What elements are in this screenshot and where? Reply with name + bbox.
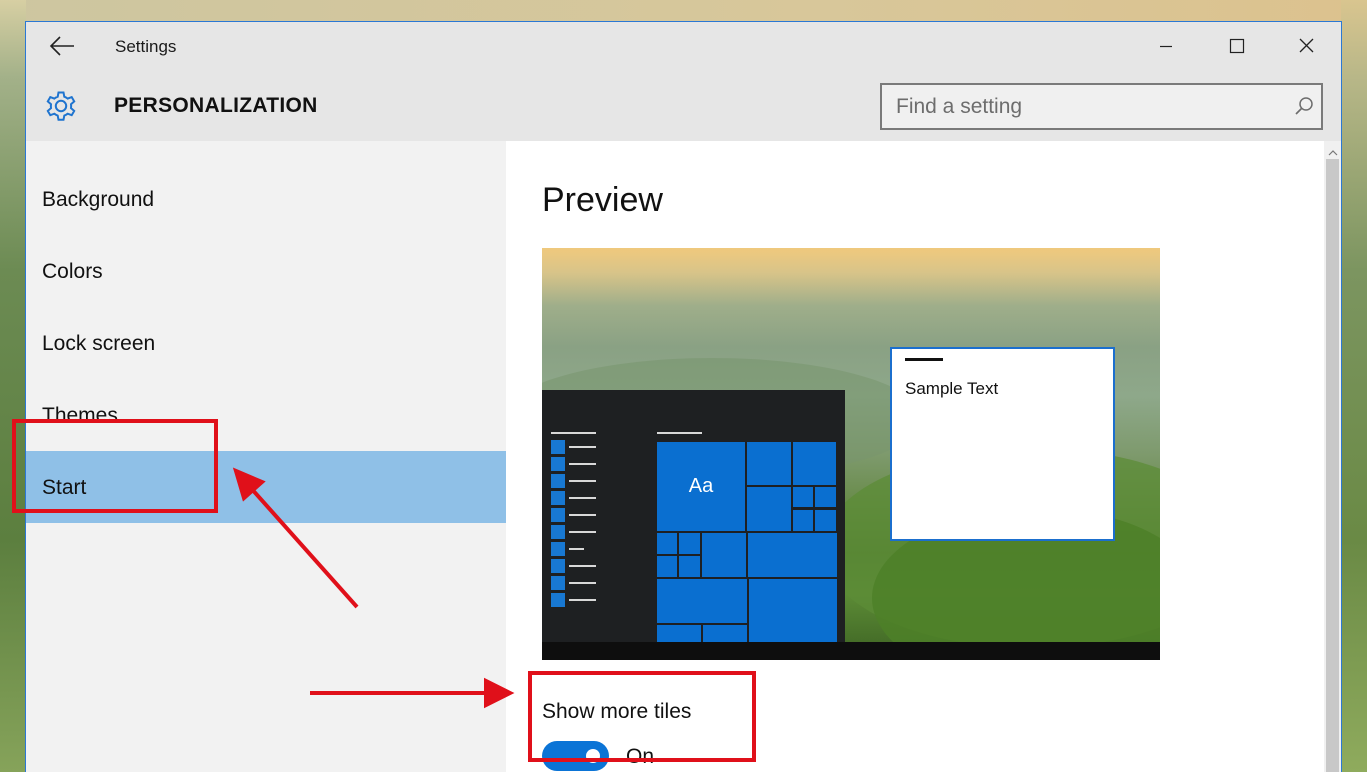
sidebar-item-lock-screen[interactable]: Lock screen xyxy=(26,307,506,379)
sidebar-item-label: Background xyxy=(42,188,155,211)
menu-line xyxy=(569,480,596,482)
window-title: Settings xyxy=(115,37,177,56)
rail-icon xyxy=(551,440,565,454)
menu-line xyxy=(569,599,596,601)
back-button[interactable] xyxy=(48,34,76,58)
tile xyxy=(679,533,700,554)
tile-aa: Aa xyxy=(657,442,745,531)
taskbar-preview xyxy=(542,642,1160,660)
tile xyxy=(747,487,791,531)
tile xyxy=(657,533,677,554)
chevron-up-icon[interactable] xyxy=(1328,145,1338,156)
sidebar-item-background[interactable]: Background xyxy=(26,163,506,235)
gear-icon xyxy=(42,87,80,125)
close-button[interactable] xyxy=(1284,32,1328,60)
rail-icon xyxy=(551,474,565,488)
menu-line xyxy=(569,463,596,465)
tile xyxy=(702,533,746,577)
tile xyxy=(747,442,791,485)
rail-icon xyxy=(551,576,565,590)
rail-icon xyxy=(551,559,565,573)
sample-title-bar xyxy=(905,358,943,361)
tile xyxy=(793,487,813,507)
tile xyxy=(815,487,836,507)
rail-icon xyxy=(551,593,565,607)
tile xyxy=(679,556,700,577)
sample-text: Sample Text xyxy=(905,379,999,398)
menu-line xyxy=(569,514,596,516)
title-bar: Settings xyxy=(26,22,1341,70)
preview-heading: Preview xyxy=(542,181,663,219)
start-menu-preview: Aa xyxy=(542,390,845,642)
back-arrow-icon xyxy=(49,36,74,56)
settings-window: Settings PERSONALIZATION Find a setting … xyxy=(25,21,1342,772)
menu-line xyxy=(569,446,596,448)
rail-icon xyxy=(551,542,565,556)
preview-image: Aa Sample Text xyxy=(542,248,1160,660)
annotation-highlight-start xyxy=(12,419,218,513)
annotation-highlight-toggle xyxy=(528,671,756,762)
sidebar-item-label: Lock screen xyxy=(42,332,156,355)
rail-icon xyxy=(551,508,565,522)
menu-line xyxy=(569,565,596,567)
desktop-wallpaper xyxy=(0,0,1367,22)
scrollbar[interactable] xyxy=(1324,141,1341,772)
menu-line xyxy=(657,432,702,434)
menu-line xyxy=(569,497,596,499)
maximize-icon xyxy=(1229,38,1245,54)
tile xyxy=(657,556,677,577)
tile xyxy=(793,510,813,531)
search-box[interactable] xyxy=(880,83,1323,130)
close-icon xyxy=(1299,38,1314,53)
desktop-wallpaper-right xyxy=(1341,0,1367,772)
sample-window-preview: Sample Text xyxy=(890,347,1115,541)
search-input[interactable] xyxy=(896,94,1276,120)
settings-header: PERSONALIZATION xyxy=(26,70,1341,141)
minimize-icon xyxy=(1160,45,1172,48)
maximize-button[interactable] xyxy=(1214,32,1258,60)
rail-icon xyxy=(551,457,565,471)
menu-line xyxy=(569,582,596,584)
menu-line xyxy=(551,432,596,434)
tile xyxy=(749,579,837,642)
menu-line xyxy=(569,548,584,550)
search-icon[interactable] xyxy=(1293,95,1315,117)
sidebar-item-colors[interactable]: Colors xyxy=(26,235,506,307)
tile xyxy=(793,442,836,485)
tile xyxy=(748,533,837,577)
minimize-button[interactable] xyxy=(1144,32,1188,60)
scroll-thumb[interactable] xyxy=(1326,159,1339,772)
rail-icon xyxy=(551,525,565,539)
rail-icon xyxy=(551,491,565,505)
page-title: PERSONALIZATION xyxy=(114,94,318,117)
sidebar-item-label: Colors xyxy=(42,260,103,283)
tile xyxy=(815,510,836,531)
tile xyxy=(703,625,747,642)
tile xyxy=(657,579,747,623)
tile xyxy=(657,625,701,642)
desktop-wallpaper-left xyxy=(0,0,26,772)
menu-line xyxy=(569,531,596,533)
